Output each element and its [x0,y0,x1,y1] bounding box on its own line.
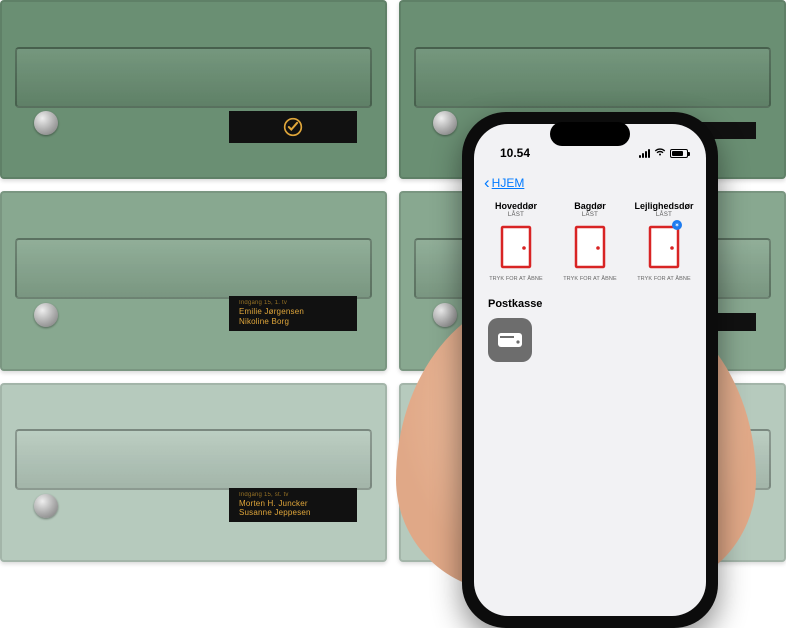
nameplate-line: Nikoline Borg [239,317,289,326]
mailbox-lock-icon [433,494,457,518]
mailbox: Indgang 15, st. tv Morten H. Juncker Sus… [0,383,387,562]
nameplate-line: sen [638,317,652,326]
nameplate-line: Højbjerg [638,126,670,135]
mailbox-nameplate: Indgang 15, 1. tv Emilie Jørgensen Nikol… [229,296,357,330]
mailbox-lock-icon [34,303,58,327]
mailbox-lock-icon [433,303,457,327]
mailbox [399,383,786,562]
mailbox-nameplate: Højbjerg [628,122,756,140]
mailbox-slot [15,429,371,490]
mailbox-slot [414,47,770,108]
mailbox-wall: Højbjerg Indgang 15, 1. tv Emilie Jørgen… [0,0,786,562]
nameplate-line: Emilie Jørgensen [239,307,304,316]
mailbox-nameplate: Indgang 15, st. tv Morten H. Juncker Sus… [229,488,357,522]
mailbox: Højbjerg [399,0,786,179]
mailbox-lock-icon [433,111,457,135]
mailbox-slot [414,429,770,490]
mailbox-slot [15,47,371,108]
mailbox: Indgang 15, 1. tv Emilie Jørgensen Nikol… [0,191,387,370]
mailbox [0,0,387,179]
mailbox-lock-icon [34,494,58,518]
nameplate-line: Susanne Jeppesen [239,508,311,517]
mailbox-slot [414,238,770,299]
mailbox-nameplate: sen [628,313,756,331]
mailbox-nameplate [229,111,357,143]
mailbox-lock-icon [34,111,58,135]
nameplate-line: Morten H. Juncker [239,499,308,508]
nameplate-meta: Indgang 15, 1. tv [239,300,347,307]
checkmark-icon [283,117,303,137]
nameplate-meta: Indgang 15, st. tv [239,492,347,499]
mailbox: sen [399,191,786,370]
mailbox-slot [15,238,371,299]
